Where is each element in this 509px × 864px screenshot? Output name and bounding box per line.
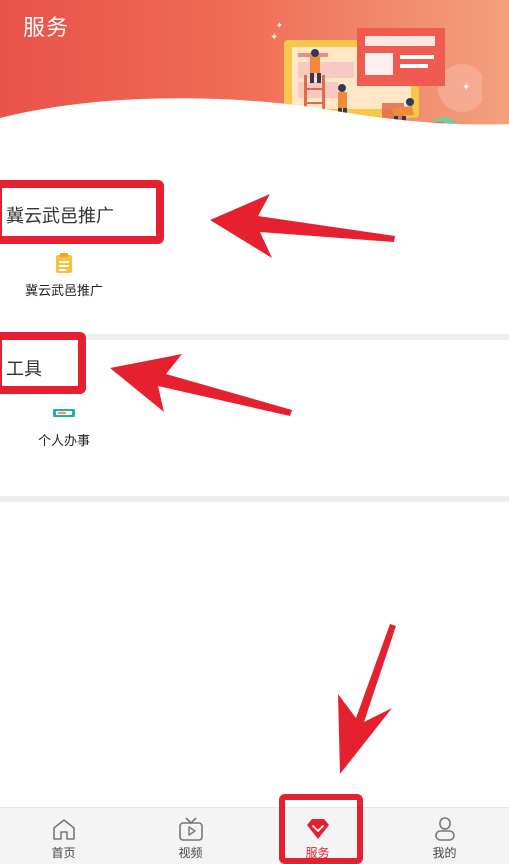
service-item-label: 个人办事 [37,434,90,449]
user-icon [434,817,455,841]
svg-text:✦: ✦ [276,21,283,30]
id-card-icon [53,409,75,417]
nav-home[interactable]: 首页 [0,808,127,864]
service-item-personal-affairs[interactable]: 个人办事 [14,402,114,449]
header-wave [0,98,509,150]
section-title: 冀云武邑推广 [6,206,114,227]
section-tools: 工具 个人办事 [0,332,509,496]
nav-mine[interactable]: 我的 [381,808,508,864]
section-promotion: 冀云武邑推广 冀云武邑推广 [0,158,509,334]
annotation-arrow [338,624,396,774]
bottom-nav: 首页 视频 服务 我的 [0,807,509,864]
svg-text:✦: ✦ [270,32,278,43]
service-item-promotion[interactable]: 冀云武邑推广 [14,248,114,299]
annotation-arrow [210,194,395,258]
header-banner: 服务 ✦ ✦ ✦ [0,0,509,150]
nav-label: 我的 [432,846,457,860]
annotation-box [279,794,363,864]
home-icon [52,819,75,840]
tv-play-icon [178,817,203,841]
page-title: 服务 [23,16,70,41]
service-item-label: 冀云武邑推广 [24,284,103,299]
section-divider [0,496,509,502]
nav-label: 视频 [178,846,203,860]
clipboard-icon [56,253,72,273]
section-title: 工具 [6,359,42,380]
nav-label: 首页 [51,846,76,860]
nav-video[interactable]: 视频 [127,808,254,864]
annotation-arrow [110,354,292,416]
